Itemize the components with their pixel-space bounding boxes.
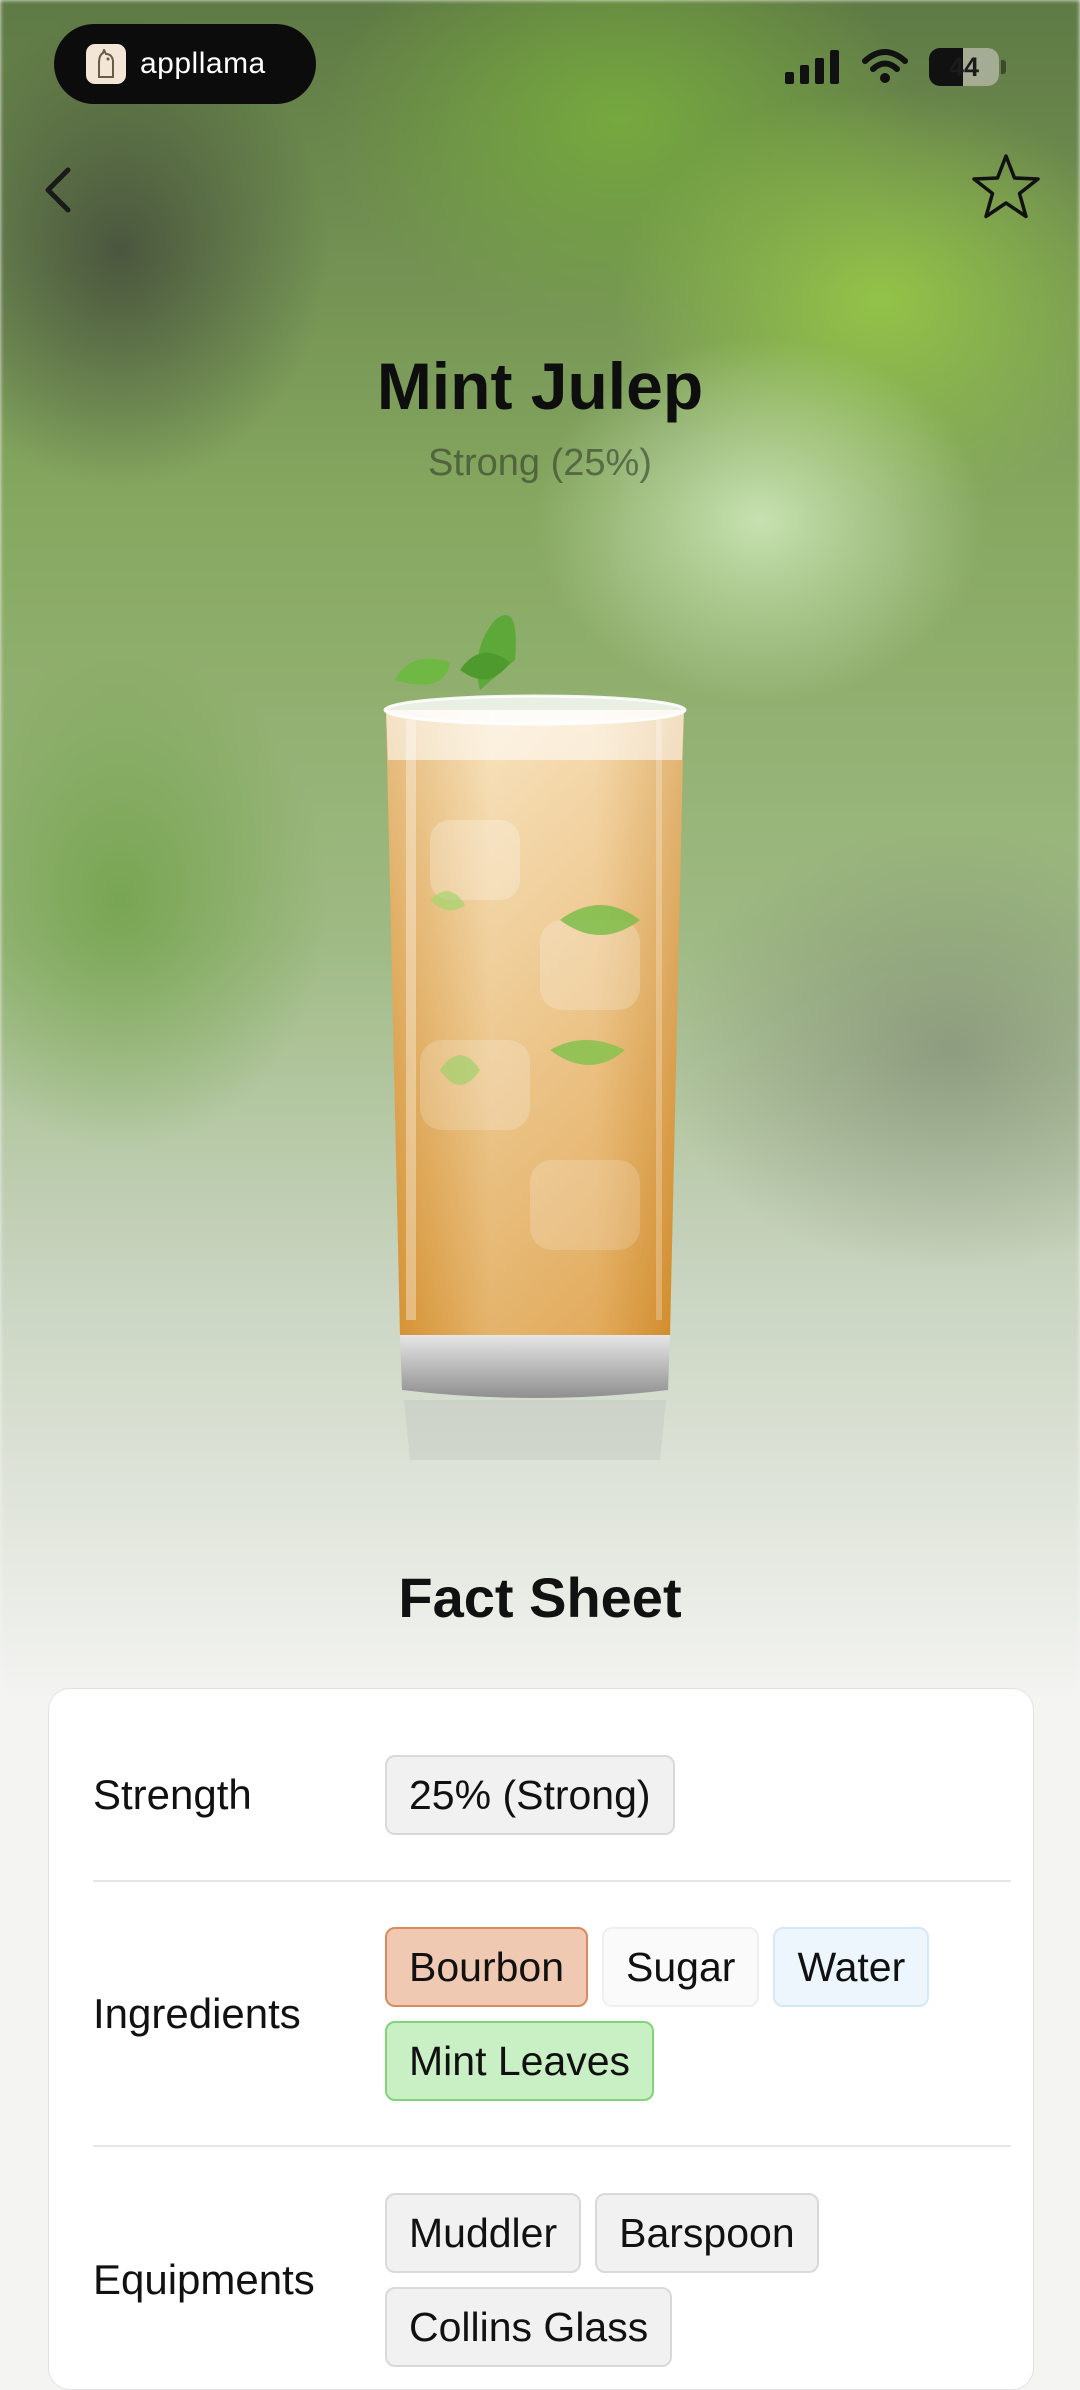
battery-indicator: 44: [929, 48, 999, 86]
strength-chips: 25% (Strong): [385, 1755, 1011, 1835]
divider: [93, 1880, 1011, 1882]
strength-row: Strength 25% (Strong): [93, 1755, 1011, 1835]
back-button[interactable]: [36, 158, 80, 222]
equipment-chips: Muddler Barspoon Collins Glass: [385, 2193, 1011, 2367]
equipment-chip-collins-glass[interactable]: Collins Glass: [385, 2287, 673, 2367]
ingredient-chip-water[interactable]: Water: [773, 1927, 930, 2007]
fact-sheet-card: Strength 25% (Strong) Ingredients Bourbo…: [48, 1688, 1034, 2390]
equipments-label: Equipments: [93, 2256, 315, 2303]
ingredients-label: Ingredients: [93, 1990, 301, 2037]
ingredient-chip-mint-leaves[interactable]: Mint Leaves: [385, 2021, 655, 2101]
drink-glass-image: [383, 615, 687, 1460]
equipment-chip-muddler[interactable]: Muddler: [385, 2193, 582, 2273]
chevron-left-icon: [45, 167, 71, 213]
app-brand-pill: appllama: [54, 24, 316, 104]
status-icons: 44: [785, 48, 1006, 86]
favorite-button[interactable]: [968, 150, 1044, 226]
drink-title: Mint Julep: [376, 349, 704, 423]
star-outline-icon: [972, 154, 1040, 219]
equipment-chip-barspoon[interactable]: Barspoon: [595, 2193, 819, 2273]
strength-label: Strength: [93, 1771, 252, 1818]
wifi-icon: [862, 49, 908, 83]
battery-tip: [1001, 60, 1006, 74]
strength-chip[interactable]: 25% (Strong): [385, 1755, 675, 1835]
ingredient-chip-sugar[interactable]: Sugar: [602, 1927, 760, 2007]
ingredients-row: Ingredients Bourbon Sugar Water Mint Lea…: [93, 1927, 1011, 2101]
cellular-signal-icon: [785, 50, 839, 84]
brand-name: appllama: [140, 47, 266, 80]
divider: [93, 2145, 1011, 2147]
drink-strength-subtitle: Strong (25%): [428, 442, 652, 484]
ingredient-chip-bourbon[interactable]: Bourbon: [385, 1927, 589, 2007]
ingredients-chips: Bourbon Sugar Water Mint Leaves: [385, 1927, 1011, 2101]
llama-logo-icon: [86, 44, 126, 84]
battery-level: 44: [948, 51, 980, 82]
equipments-row: Equipments Muddler Barspoon Collins Glas…: [93, 2193, 1011, 2367]
fact-sheet-title: Fact Sheet: [398, 1566, 682, 1629]
